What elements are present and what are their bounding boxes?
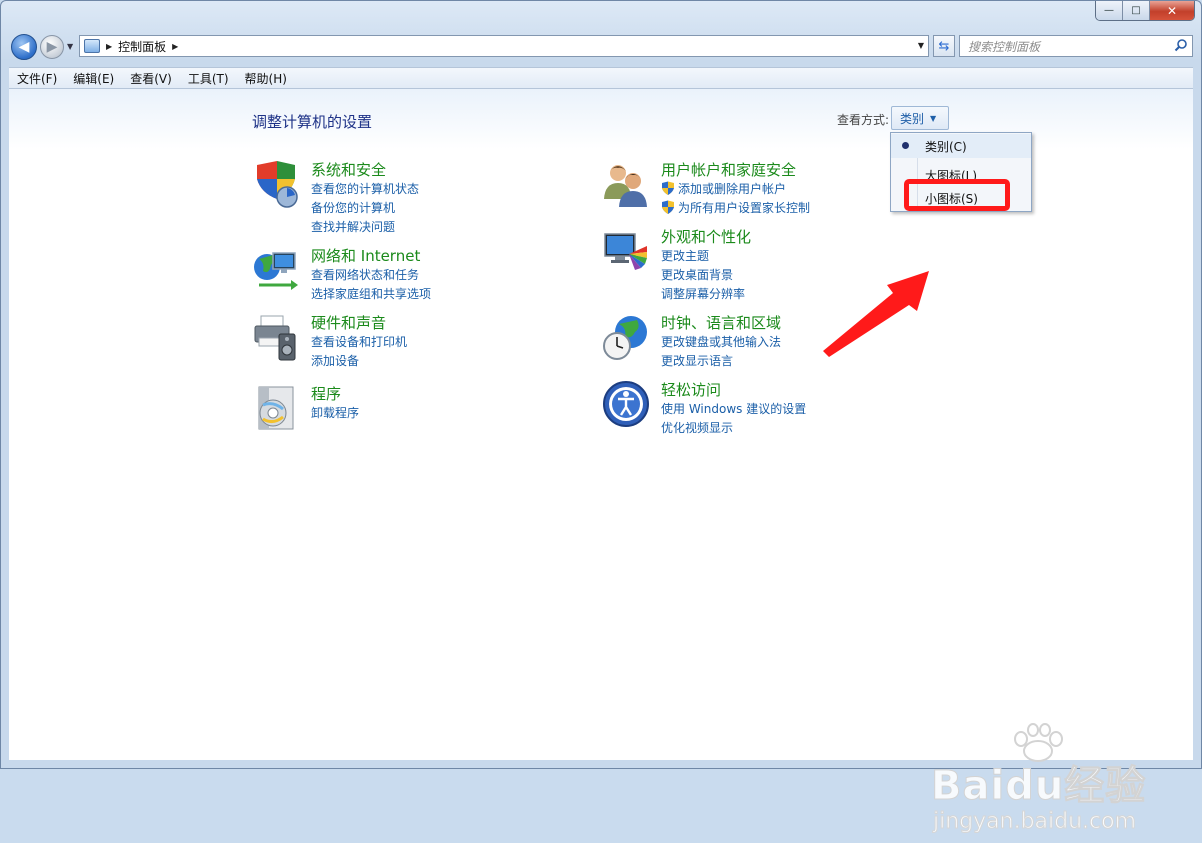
address-bar[interactable]: ▶ 控制面板 ▶ ▼ xyxy=(79,35,929,57)
link-desktop-background[interactable]: 更改桌面背景 xyxy=(661,265,745,284)
uac-shield-icon xyxy=(662,181,674,195)
annotation-highlight-box xyxy=(904,179,1010,211)
menu-item-label: 类别(C) xyxy=(925,139,967,154)
shield-security-icon xyxy=(257,161,298,208)
control-panel-icon xyxy=(84,39,100,53)
watermark-url: jingyan.baidu.com xyxy=(932,809,1137,835)
menu-bar: 文件(F) 编辑(E) 查看(V) 工具(T) 帮助(H) xyxy=(9,67,1193,89)
radio-bullet-icon xyxy=(902,142,909,149)
navigation-bar: ◀ ▶ ▼ ▶ 控制面板 ▶ ▼ ⇆ 搜索控制面板 xyxy=(9,32,1193,60)
address-dropdown-icon[interactable]: ▼ xyxy=(918,41,924,50)
minimize-button[interactable]: — xyxy=(1096,1,1123,20)
back-arrow-icon[interactable]: ◀ xyxy=(11,34,37,60)
title-bar: — □ ✕ xyxy=(1,1,1201,29)
menu-edit[interactable]: 编辑(E) xyxy=(65,70,122,87)
link-label: 添加或删除用户帐户 xyxy=(678,182,787,196)
link-add-remove-accounts[interactable]: 添加或删除用户帐户 xyxy=(661,179,810,198)
view-by-value: 类别 xyxy=(900,111,925,126)
menu-help[interactable]: 帮助(H) xyxy=(237,70,295,87)
link-change-theme[interactable]: 更改主题 xyxy=(661,246,745,265)
view-by-dropdown[interactable]: 类别 ▼ xyxy=(891,106,949,130)
refresh-icon: ⇆ xyxy=(938,38,950,54)
link-troubleshoot[interactable]: 查找并解决问题 xyxy=(311,217,419,236)
page-title: 调整计算机的设置 xyxy=(252,113,373,131)
close-button[interactable]: ✕ xyxy=(1150,1,1194,20)
search-input[interactable]: 搜索控制面板 xyxy=(959,35,1193,57)
category-title[interactable]: 程序 xyxy=(311,383,341,404)
programs-disc-icon xyxy=(258,386,294,430)
uac-shield-icon xyxy=(662,200,674,214)
link-check-computer-status[interactable]: 查看您的计算机状态 xyxy=(311,179,419,198)
category-title[interactable]: 外观和个性化 xyxy=(661,226,751,247)
network-globe-icon xyxy=(254,252,298,290)
clock-globe-icon xyxy=(603,316,647,360)
refresh-button[interactable]: ⇆ xyxy=(933,35,955,57)
link-homegroup-sharing[interactable]: 选择家庭组和共享选项 xyxy=(311,284,431,303)
link-add-device[interactable]: 添加设备 xyxy=(311,351,407,370)
category-title[interactable]: 时钟、语言和区域 xyxy=(661,312,781,333)
monitor-palette-icon xyxy=(604,233,647,270)
category-title[interactable]: 轻松访问 xyxy=(661,379,721,400)
link-devices-printers[interactable]: 查看设备和打印机 xyxy=(311,332,407,351)
maximize-button[interactable]: □ xyxy=(1123,1,1150,20)
link-backup-computer[interactable]: 备份您的计算机 xyxy=(311,198,419,217)
watermark-brand: Baidu经验 xyxy=(930,763,1147,810)
baidu-watermark: Baidu经验 jingyan.baidu.com xyxy=(917,723,1157,843)
printer-speaker-icon xyxy=(254,315,296,361)
link-screen-resolution[interactable]: 调整屏幕分辨率 xyxy=(661,284,745,303)
menu-tools[interactable]: 工具(T) xyxy=(180,70,237,87)
recent-pages-dropdown-icon[interactable]: ▼ xyxy=(67,42,73,51)
window-controls: — □ ✕ xyxy=(1095,1,1195,21)
chevron-down-icon: ▼ xyxy=(930,113,937,123)
chevron-right-icon[interactable]: ▶ xyxy=(106,42,112,51)
link-windows-recommended[interactable]: 使用 Windows 建议的设置 xyxy=(661,399,806,418)
main-content: 调整计算机的设置 查看方式: 类别 ▼ 系统和安全 查看您的计算机状态 备份您的… xyxy=(9,89,1193,835)
link-parental-controls[interactable]: 为所有用户设置家长控制 xyxy=(661,198,810,217)
category-title[interactable]: 硬件和声音 xyxy=(311,312,386,333)
search-icon[interactable] xyxy=(1174,38,1188,52)
link-label: 为所有用户设置家长控制 xyxy=(678,201,811,215)
users-icon xyxy=(604,165,647,207)
link-display-language[interactable]: 更改显示语言 xyxy=(661,351,781,370)
search-placeholder: 搜索控制面板 xyxy=(968,39,1041,54)
link-network-status[interactable]: 查看网络状态和任务 xyxy=(311,265,431,284)
link-keyboard-input[interactable]: 更改键盘或其他输入法 xyxy=(661,332,781,351)
view-by-label: 查看方式: xyxy=(837,113,890,127)
menu-file[interactable]: 文件(F) xyxy=(9,70,65,87)
category-title[interactable]: 网络和 Internet xyxy=(311,245,420,266)
forward-arrow-icon[interactable]: ▶ xyxy=(40,35,64,59)
menu-item-category[interactable]: 类别(C) xyxy=(891,134,1031,158)
category-title[interactable]: 系统和安全 xyxy=(311,159,386,180)
annotation-arrow-icon xyxy=(823,271,929,357)
category-title[interactable]: 用户帐户和家庭安全 xyxy=(661,159,796,180)
link-optimize-video[interactable]: 优化视频显示 xyxy=(661,418,806,437)
control-panel-window: — □ ✕ ◀ ▶ ▼ ▶ 控制面板 ▶ ▼ ⇆ 搜索控制面板 文件(F) 编辑… xyxy=(0,0,1202,835)
breadcrumb-control-panel[interactable]: 控制面板 xyxy=(118,38,166,55)
chevron-right-icon[interactable]: ▶ xyxy=(172,42,178,51)
menu-view[interactable]: 查看(V) xyxy=(122,70,180,87)
link-uninstall-program[interactable]: 卸载程序 xyxy=(311,403,359,422)
ease-of-access-icon xyxy=(603,381,649,427)
